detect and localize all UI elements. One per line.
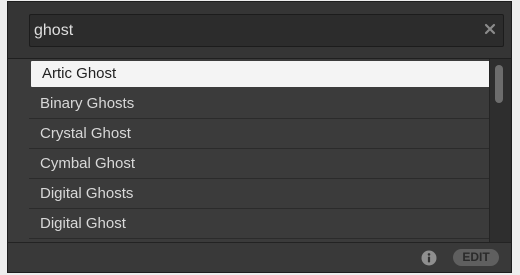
list-item[interactable]: Digital Ghosts: [29, 179, 499, 209]
scrollbar[interactable]: [489, 59, 511, 244]
list-item[interactable]: Cymbal Ghost: [29, 149, 499, 179]
list-item-selected[interactable]: Artic Ghost: [31, 61, 495, 87]
list-item[interactable]: Crystal Ghost: [29, 119, 499, 149]
search-bar: [8, 2, 511, 59]
results-list-area: Artic Ghost Binary Ghosts Crystal Ghost …: [8, 59, 511, 244]
info-icon[interactable]: [421, 250, 437, 266]
list-item[interactable]: Binary Ghosts: [29, 89, 499, 119]
scrollbar-thumb[interactable]: [495, 65, 503, 103]
search-field[interactable]: [29, 14, 504, 47]
edit-button[interactable]: EDIT: [453, 249, 499, 266]
list-item[interactable]: Digital Ghost: [29, 209, 499, 239]
footer-bar: EDIT: [8, 242, 511, 272]
browser-panel: Artic Ghost Binary Ghosts Crystal Ghost …: [7, 1, 512, 273]
search-input[interactable]: [34, 15, 464, 46]
close-icon[interactable]: [483, 22, 497, 36]
results-list: Artic Ghost Binary Ghosts Crystal Ghost …: [29, 59, 499, 239]
